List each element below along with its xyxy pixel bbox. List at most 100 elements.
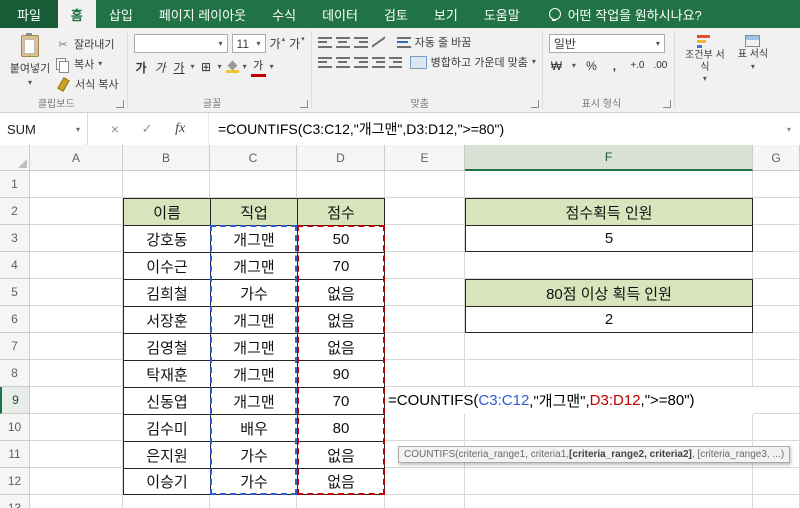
cell-B5[interactable]: 김희철 — [123, 279, 210, 306]
cell-B9[interactable]: 신동엽 — [123, 387, 210, 414]
cell-C11[interactable]: 가수 — [210, 441, 297, 468]
cell-A7[interactable] — [30, 333, 123, 360]
bold-button[interactable]: 가 — [134, 59, 149, 76]
cell-C1[interactable] — [210, 171, 297, 198]
comma-style-button[interactable]: , — [607, 57, 622, 74]
row-header-13[interactable]: 13 — [0, 495, 30, 508]
cell-F7[interactable] — [465, 333, 753, 360]
cell-D3[interactable]: 50 — [297, 225, 385, 252]
cell-C7[interactable]: 개그맨 — [210, 333, 297, 360]
cell-C12[interactable]: 가수 — [210, 468, 297, 495]
cell-B1[interactable] — [123, 171, 210, 198]
font-dialog-launcher-icon[interactable] — [299, 100, 308, 108]
cell-G7[interactable] — [753, 333, 800, 360]
row-header-2[interactable]: 2 — [0, 198, 30, 225]
cell-D2[interactable]: 점수 — [297, 198, 385, 225]
tab-view[interactable]: 보기 — [421, 0, 471, 28]
cell-G1[interactable] — [753, 171, 800, 198]
number-dialog-launcher-icon[interactable] — [662, 100, 671, 108]
tell-me-search[interactable]: 어떤 작업을 원하시나요? — [548, 0, 702, 28]
formula-bar-expand-icon[interactable]: ▾ — [778, 113, 800, 145]
cell-C4[interactable]: 개그맨 — [210, 252, 297, 279]
paste-button[interactable]: 붙여넣기 ▾ — [6, 32, 54, 87]
cell-C8[interactable]: 개그맨 — [210, 360, 297, 387]
row-header-1[interactable]: 1 — [0, 171, 30, 198]
fill-color-button[interactable] — [225, 61, 239, 73]
row-header-8[interactable]: 8 — [0, 360, 30, 387]
cancel-formula-button[interactable]: × — [111, 121, 119, 137]
cell-E4[interactable] — [385, 252, 465, 279]
align-middle-icon[interactable] — [335, 36, 350, 48]
column-header-F[interactable]: F — [465, 145, 753, 171]
cell-A13[interactable] — [30, 495, 123, 508]
cell-G9[interactable] — [753, 387, 800, 414]
cell-D12[interactable]: 없음 — [297, 468, 385, 495]
cell-B3[interactable]: 강호동 — [123, 225, 210, 252]
row-header-9[interactable]: 9 — [0, 387, 30, 414]
font-name-select[interactable]: ▾ — [133, 34, 228, 53]
cell-D7[interactable]: 없음 — [297, 333, 385, 360]
cell-G10[interactable] — [753, 414, 800, 441]
alignment-dialog-launcher-icon[interactable] — [530, 100, 539, 108]
formula-edit-cell-E9[interactable]: =COUNTIFS(C3:C12 ,"개그맨", D3:D12 ,">=80") — [385, 387, 753, 414]
cell-G3[interactable] — [753, 225, 800, 252]
cell-F13[interactable] — [465, 495, 753, 508]
cell-E7[interactable] — [385, 333, 465, 360]
cell-G13[interactable] — [753, 495, 800, 508]
cell-C3[interactable]: 개그맨 — [210, 225, 297, 252]
cell-B2[interactable]: 이름 — [123, 198, 210, 225]
row-header-11[interactable]: 11 — [0, 441, 30, 468]
select-all-button[interactable] — [0, 145, 30, 171]
cell-D8[interactable]: 90 — [297, 360, 385, 387]
row-header-3[interactable]: 3 — [0, 225, 30, 252]
tab-file[interactable]: 파일 — [0, 0, 58, 28]
cell-E8[interactable] — [385, 360, 465, 387]
cell-A8[interactable] — [30, 360, 123, 387]
enter-formula-button[interactable]: ✓ — [142, 121, 153, 137]
cell-E3[interactable] — [385, 225, 465, 252]
currency-format-button[interactable]: ₩ — [549, 57, 564, 74]
cell-G2[interactable] — [753, 198, 800, 225]
cell-E12[interactable] — [385, 468, 465, 495]
cell-D5[interactable]: 없음 — [297, 279, 385, 306]
decrease-indent-icon[interactable] — [371, 56, 385, 68]
cell-B8[interactable]: 탁재훈 — [123, 360, 210, 387]
tab-data[interactable]: 데이터 — [309, 0, 371, 28]
wrap-text-button[interactable]: 자동 줄 바꿈 — [396, 34, 471, 50]
column-header-A[interactable]: A — [30, 145, 123, 171]
cell-B6[interactable]: 서장훈 — [123, 306, 210, 333]
align-right-icon[interactable] — [353, 56, 368, 68]
cell-C9[interactable]: 개그맨 — [210, 387, 297, 414]
tab-formulas[interactable]: 수식 — [259, 0, 309, 28]
row-header-6[interactable]: 6 — [0, 306, 30, 333]
row-header-4[interactable]: 4 — [0, 252, 30, 279]
cell-E10[interactable] — [385, 414, 465, 441]
cell-C2[interactable]: 직업 — [210, 198, 297, 225]
cell-D9[interactable]: 70 — [297, 387, 385, 414]
column-header-D[interactable]: D — [297, 145, 385, 171]
cell-F3[interactable]: 5 — [465, 225, 753, 252]
decrease-decimal-button[interactable]: .00 — [653, 57, 668, 74]
cell-A3[interactable] — [30, 225, 123, 252]
column-header-C[interactable]: C — [210, 145, 297, 171]
shrink-font-button[interactable]: 가 ▾ — [289, 35, 305, 52]
cell-A2[interactable] — [30, 198, 123, 225]
name-box[interactable]: SUM ▾ — [0, 113, 88, 145]
cell-B12[interactable]: 이승기 — [123, 468, 210, 495]
align-top-icon[interactable] — [317, 36, 332, 48]
underline-button[interactable]: 가 — [172, 59, 187, 76]
row-header-7[interactable]: 7 — [0, 333, 30, 360]
insert-function-button[interactable]: fx — [175, 121, 185, 137]
cell-E5[interactable] — [385, 279, 465, 306]
row-header-10[interactable]: 10 — [0, 414, 30, 441]
cell-A1[interactable] — [30, 171, 123, 198]
cell-F1[interactable] — [465, 171, 753, 198]
cell-D10[interactable]: 80 — [297, 414, 385, 441]
grow-font-button[interactable]: 가 ▴ — [270, 35, 286, 52]
cell-F8[interactable] — [465, 360, 753, 387]
cell-D4[interactable]: 70 — [297, 252, 385, 279]
align-bottom-icon[interactable] — [353, 36, 368, 48]
cell-F5[interactable]: 80점 이상 획득 인원 — [465, 279, 753, 306]
cell-A5[interactable] — [30, 279, 123, 306]
formula-input[interactable]: =COUNTIFS(C3:C12,"개그맨",D3:D12,">=80") — [209, 113, 778, 145]
